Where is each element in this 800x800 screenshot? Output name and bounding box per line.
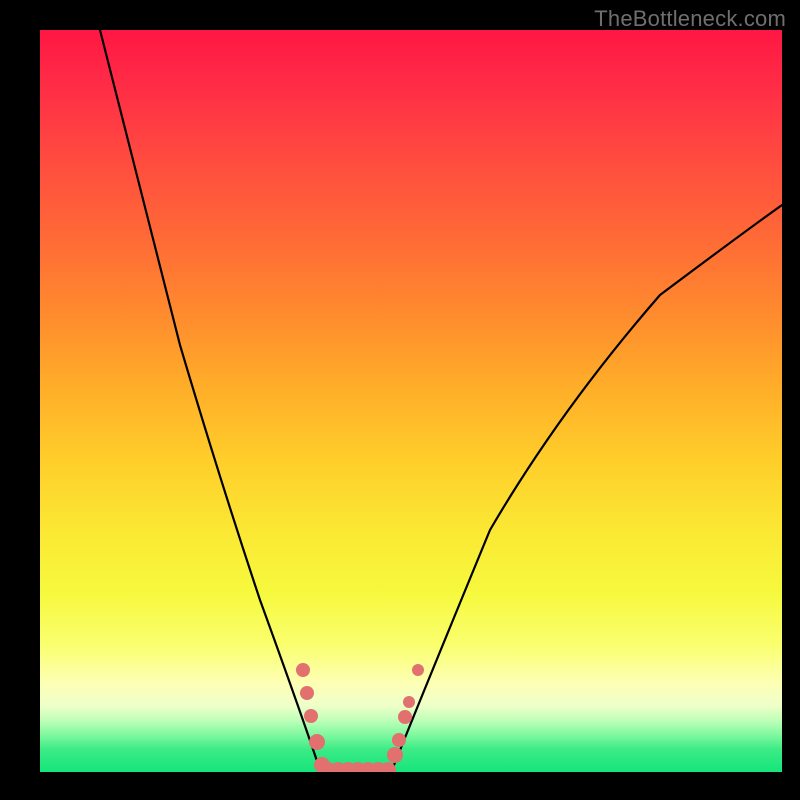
bead <box>300 686 314 700</box>
bead <box>309 734 325 750</box>
bead <box>392 733 406 747</box>
bead <box>296 663 310 677</box>
bottleneck-curve <box>40 30 782 772</box>
watermark-text: TheBottleneck.com <box>594 6 786 32</box>
gradient-plot-area <box>40 30 782 772</box>
curve-left <box>100 30 320 770</box>
bead <box>387 747 403 763</box>
curve-right <box>392 205 782 770</box>
bead <box>398 710 412 724</box>
bead <box>304 709 318 723</box>
bead <box>403 696 415 708</box>
bead <box>412 664 424 676</box>
chart-frame: TheBottleneck.com <box>0 0 800 800</box>
